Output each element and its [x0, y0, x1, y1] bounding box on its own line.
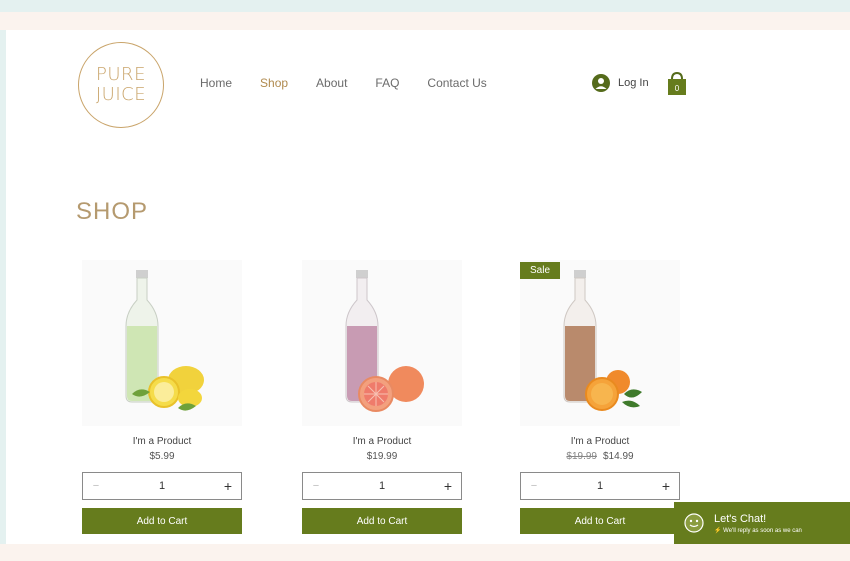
increment-button[interactable]: + [653, 478, 679, 494]
cart-icon[interactable]: 0 [666, 72, 688, 96]
product-card: I'm a Product $5.99 − 1 + Add to Cart [82, 260, 242, 534]
nav-shop[interactable]: Shop [260, 76, 288, 90]
product-price: $5.99 [149, 451, 175, 462]
sale-price: $14.99 [603, 451, 634, 462]
brand-line-1: PURE [96, 64, 146, 85]
login-button[interactable]: Log In [592, 74, 649, 92]
product-image[interactable] [302, 260, 462, 426]
quantity-value[interactable]: 1 [547, 480, 653, 492]
juice-bottle-orange-illustration [563, 270, 642, 411]
product-name[interactable]: I'm a Product [82, 436, 242, 447]
bottom-band [0, 544, 850, 561]
chat-text: Let's Chat! ⚡ We'll reply as soon as we … [714, 513, 802, 534]
quantity-stepper[interactable]: − 1 + [520, 472, 680, 500]
brand-logo[interactable]: PURE JUICE [78, 42, 164, 128]
chat-subtitle: ⚡ We'll reply as soon as we can [714, 527, 802, 534]
nav-faq[interactable]: FAQ [375, 76, 399, 90]
brand-line-2: JUICE [95, 84, 147, 105]
cart-count: 0 [675, 84, 680, 93]
add-to-cart-button[interactable]: Add to Cart [302, 508, 462, 534]
decrement-button[interactable]: − [521, 480, 547, 492]
nav-home[interactable]: Home [200, 76, 232, 90]
page-canvas: PURE JUICE Home Shop About FAQ Contact U… [6, 30, 850, 544]
original-price: $19.99 [566, 451, 597, 462]
main-nav: Home Shop About FAQ Contact Us [200, 76, 515, 90]
nav-contact[interactable]: Contact Us [427, 76, 486, 90]
sale-badge: Sale [520, 262, 561, 279]
decrement-button[interactable]: − [83, 480, 109, 492]
product-name[interactable]: I'm a Product [302, 436, 462, 447]
quantity-value[interactable]: 1 [329, 480, 435, 492]
quantity-stepper[interactable]: − 1 + [302, 472, 462, 500]
chat-widget-button[interactable]: Let's Chat! ⚡ We'll reply as soon as we … [674, 502, 850, 544]
lightning-icon: ⚡ [714, 527, 722, 534]
juice-bottle-grapefruit-illustration [345, 270, 424, 412]
product-name[interactable]: I'm a Product [520, 436, 680, 447]
increment-button[interactable]: + [215, 478, 241, 494]
top-band [0, 12, 850, 30]
page-title: SHOP [76, 198, 149, 225]
juice-bottle-lemon-illustration [125, 270, 204, 411]
product-price: $19.99 [366, 451, 398, 462]
add-to-cart-button[interactable]: Add to Cart [82, 508, 242, 534]
product-price: $19.99 $14.99 [520, 451, 680, 462]
product-card: I'm a Product $19.99 − 1 + Add to Cart [302, 260, 462, 534]
add-to-cart-button[interactable]: Add to Cart [520, 508, 680, 534]
quantity-stepper[interactable]: − 1 + [82, 472, 242, 500]
chat-smiley-icon [684, 513, 704, 533]
decrement-button[interactable]: − [303, 480, 329, 492]
chat-subtitle-text: We'll reply as soon as we can [723, 527, 802, 534]
nav-about[interactable]: About [316, 76, 347, 90]
quantity-value[interactable]: 1 [109, 480, 215, 492]
product-image[interactable] [82, 260, 242, 426]
product-card: Sale I'm a Product $19.99 $14.99 − 1 + Ad… [520, 260, 680, 534]
user-icon [592, 74, 610, 92]
login-label: Log In [618, 77, 649, 89]
chat-title: Let's Chat! [714, 512, 767, 525]
product-image[interactable]: Sale [520, 260, 680, 426]
increment-button[interactable]: + [435, 478, 461, 494]
